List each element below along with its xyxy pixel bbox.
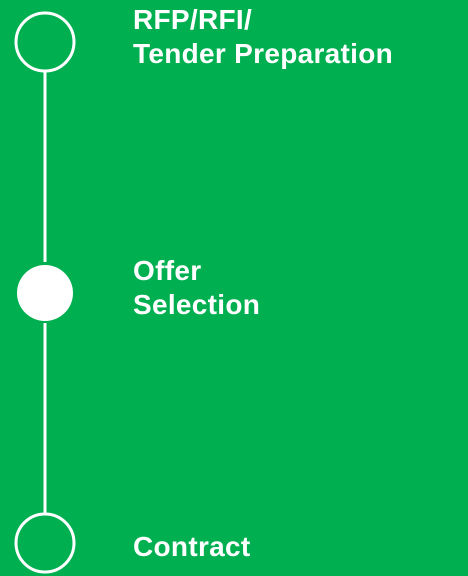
step-label-tender-preparation: RFP/RFI/ Tender Preparation bbox=[133, 3, 393, 71]
step-2-line-2: Selection bbox=[133, 289, 261, 320]
step-2-line-1: Offer bbox=[133, 255, 202, 286]
process-timeline: RFP/RFI/ Tender Preparation Offer Select… bbox=[0, 0, 468, 576]
step-label-contract: Contract bbox=[133, 530, 251, 564]
step-label-offer-selection: Offer Selection bbox=[133, 254, 260, 322]
step-1-line-2: Tender Preparation bbox=[133, 38, 394, 69]
step-1-line-1: RFP/RFI/ bbox=[133, 4, 253, 35]
step-3-circle-outline-icon bbox=[14, 512, 76, 574]
step-1-circle-outline-icon bbox=[14, 11, 76, 73]
step-2-circle-filled-icon bbox=[17, 265, 73, 321]
step-3-line-1: Contract bbox=[133, 531, 251, 562]
